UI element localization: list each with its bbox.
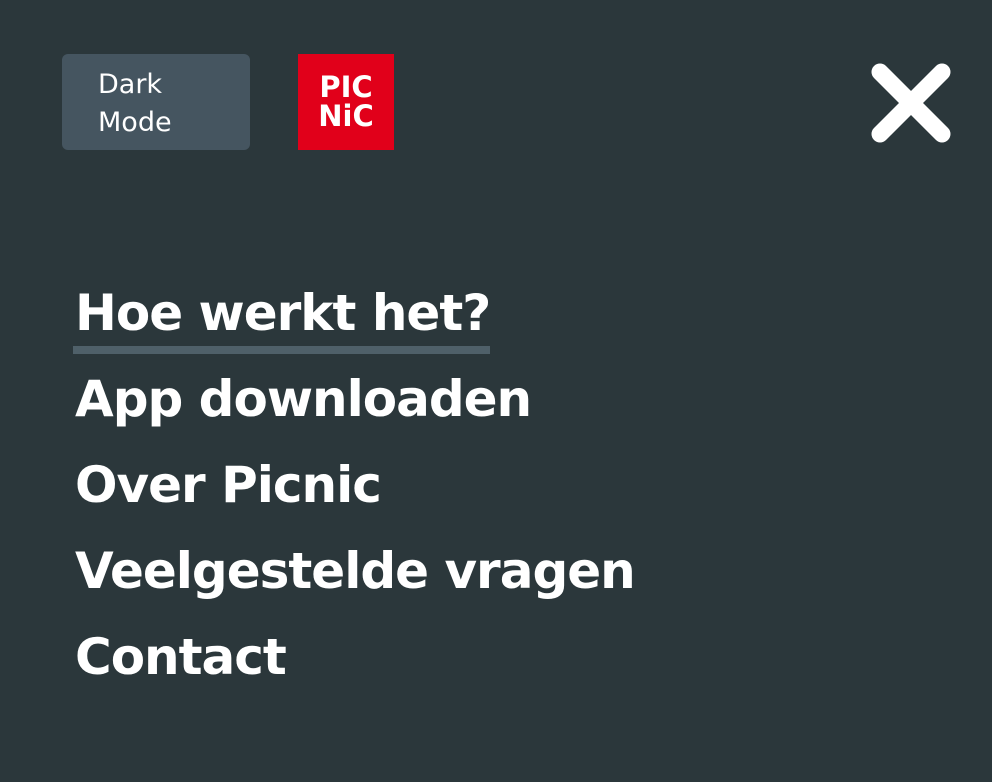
nav-link-veelgestelde-vragen[interactable]: Veelgestelde vragen — [75, 538, 636, 604]
logo-text-line2: NiC — [318, 99, 374, 133]
main-navigation: Hoe werkt het? App downloaden Over Picni… — [72, 280, 636, 710]
dark-mode-label-line1: Dark — [98, 69, 163, 100]
picnic-logo[interactable]: PIC NiC — [298, 54, 394, 150]
nav-item-over-picnic[interactable]: Over Picnic — [75, 452, 635, 538]
nav-item-veelgestelde-vragen[interactable]: Veelgestelde vragen — [75, 538, 636, 624]
nav-item-hoe-werkt-het[interactable]: Hoe werkt het? — [72, 280, 635, 366]
menu-overlay: Dark Mode PIC NiC Hoe werkt het? App dow… — [0, 0, 992, 782]
nav-link-app-downloaden[interactable]: App downloaden — [75, 366, 532, 432]
nav-item-app-downloaden[interactable]: App downloaden — [75, 366, 635, 452]
nav-link-over-picnic[interactable]: Over Picnic — [75, 452, 382, 518]
nav-link-hoe-werkt-het[interactable]: Hoe werkt het? — [72, 280, 491, 354]
nav-item-contact[interactable]: Contact — [75, 624, 635, 710]
logo-text-line1: PIC — [319, 70, 373, 104]
dark-mode-label-line2: Mode — [98, 107, 172, 138]
nav-link-contact[interactable]: Contact — [75, 624, 287, 690]
close-icon — [871, 63, 951, 143]
close-button[interactable] — [868, 60, 954, 146]
dark-mode-button[interactable]: Dark Mode — [62, 54, 250, 150]
